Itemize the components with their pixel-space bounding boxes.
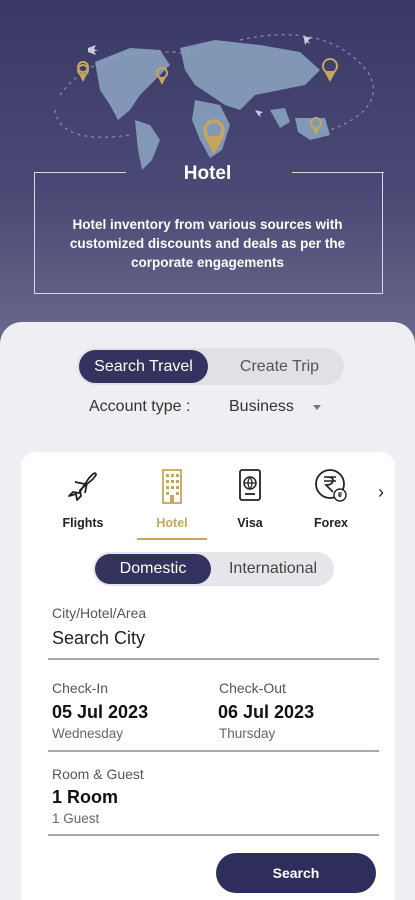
category-forex[interactable]: Forex bbox=[296, 466, 366, 530]
mode-toggle: Search Travel Create Trip bbox=[77, 348, 344, 385]
category-flights[interactable]: Flights bbox=[48, 466, 118, 530]
room-guest-label: Room & Guest bbox=[52, 766, 144, 782]
guest-count: 1 Guest bbox=[52, 811, 100, 826]
category-hotel[interactable]: Hotel bbox=[137, 466, 207, 530]
search-travel-tab[interactable]: Search Travel bbox=[79, 350, 208, 383]
plane-icon bbox=[68, 472, 97, 501]
category-label: Flights bbox=[62, 516, 104, 530]
hotel-building-icon bbox=[162, 469, 182, 504]
category-label: Visa bbox=[237, 516, 263, 530]
checkin-date[interactable]: 05 Jul 2023 bbox=[52, 702, 148, 723]
category-visa[interactable]: Visa bbox=[215, 466, 285, 530]
rupee-coin-icon bbox=[315, 469, 347, 502]
hero-title: Hotel bbox=[183, 163, 232, 184]
hero-banner: Hotel Hotel inventory from various sourc… bbox=[0, 0, 415, 345]
divider bbox=[48, 834, 379, 836]
checkout-day: Thursday bbox=[219, 726, 276, 741]
divider bbox=[48, 750, 379, 752]
international-tab[interactable]: International bbox=[213, 554, 333, 584]
selected-category-indicator bbox=[137, 538, 207, 540]
checkin-day: Wednesday bbox=[52, 726, 124, 741]
create-trip-tab[interactable]: Create Trip bbox=[217, 350, 342, 383]
scope-toggle: Domestic International bbox=[93, 552, 334, 586]
city-field-label: City/Hotel/Area bbox=[52, 605, 147, 621]
passport-icon bbox=[239, 469, 261, 501]
checkout-date[interactable]: 06 Jul 2023 bbox=[218, 702, 314, 723]
city-search-input[interactable]: Search City bbox=[52, 628, 145, 649]
room-count[interactable]: 1 Room bbox=[52, 787, 118, 808]
domestic-tab[interactable]: Domestic bbox=[95, 554, 211, 584]
search-button[interactable]: Search bbox=[216, 853, 376, 893]
category-label: Hotel bbox=[156, 516, 188, 530]
checkout-label: Check-Out bbox=[219, 680, 286, 696]
checkin-label: Check-In bbox=[52, 680, 109, 696]
divider bbox=[48, 658, 379, 660]
category-label: Forex bbox=[313, 516, 349, 530]
caret-down-icon[interactable] bbox=[313, 405, 321, 410]
hero-description: Hotel inventory from various sources wit… bbox=[69, 217, 346, 270]
account-type-dropdown[interactable]: Business bbox=[229, 398, 294, 416]
account-type-label: Account type : bbox=[89, 398, 191, 415]
chevron-right-icon[interactable]: › bbox=[378, 482, 384, 503]
